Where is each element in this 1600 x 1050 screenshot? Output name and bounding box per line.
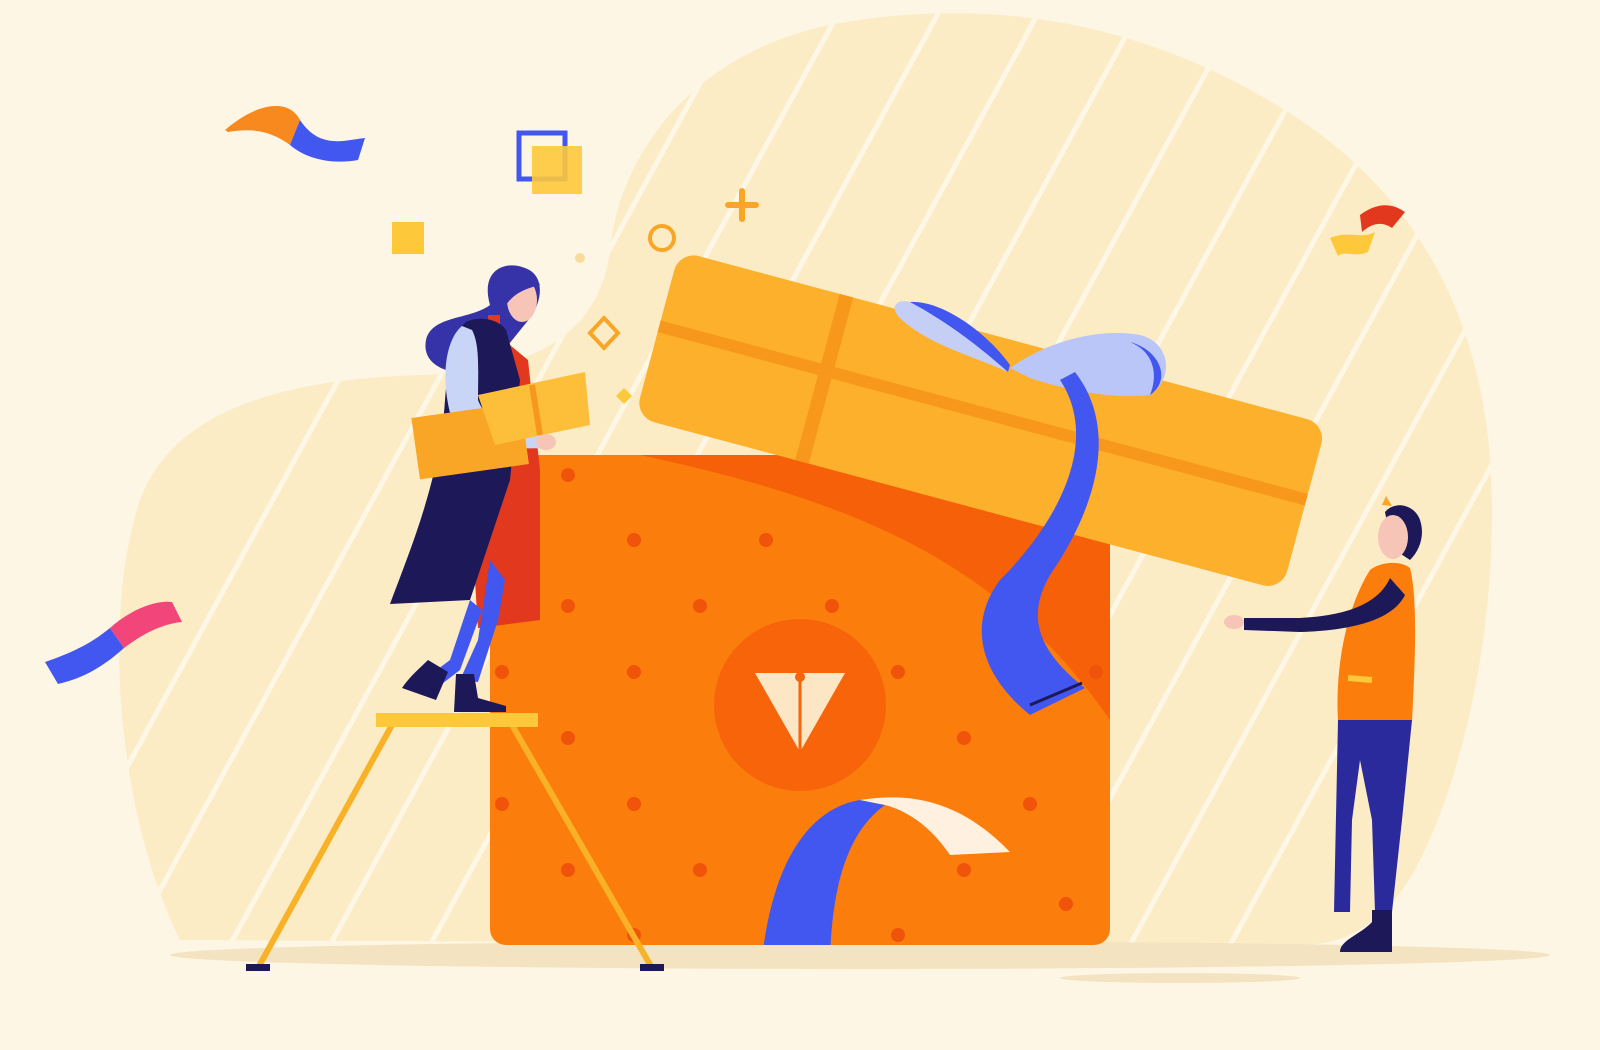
ladder-foot-left — [246, 964, 270, 971]
confetti-square-small — [392, 222, 424, 254]
man-face — [1378, 515, 1408, 559]
gift-box — [490, 455, 1110, 945]
confetti-ribbon-top-left — [225, 106, 300, 145]
confetti-ribbon-top-left-blue — [290, 120, 365, 162]
ground-shadow-small — [1060, 973, 1300, 983]
gift-illustration — [45, 13, 1550, 983]
ladder-foot-right — [640, 964, 664, 971]
man-hand — [1224, 615, 1244, 629]
confetti-dot — [575, 253, 585, 263]
confetti-ribbon-left — [45, 628, 124, 684]
ladder-top-step — [376, 713, 538, 727]
confetti-square-filled — [532, 146, 582, 194]
woman-hand — [536, 434, 556, 450]
